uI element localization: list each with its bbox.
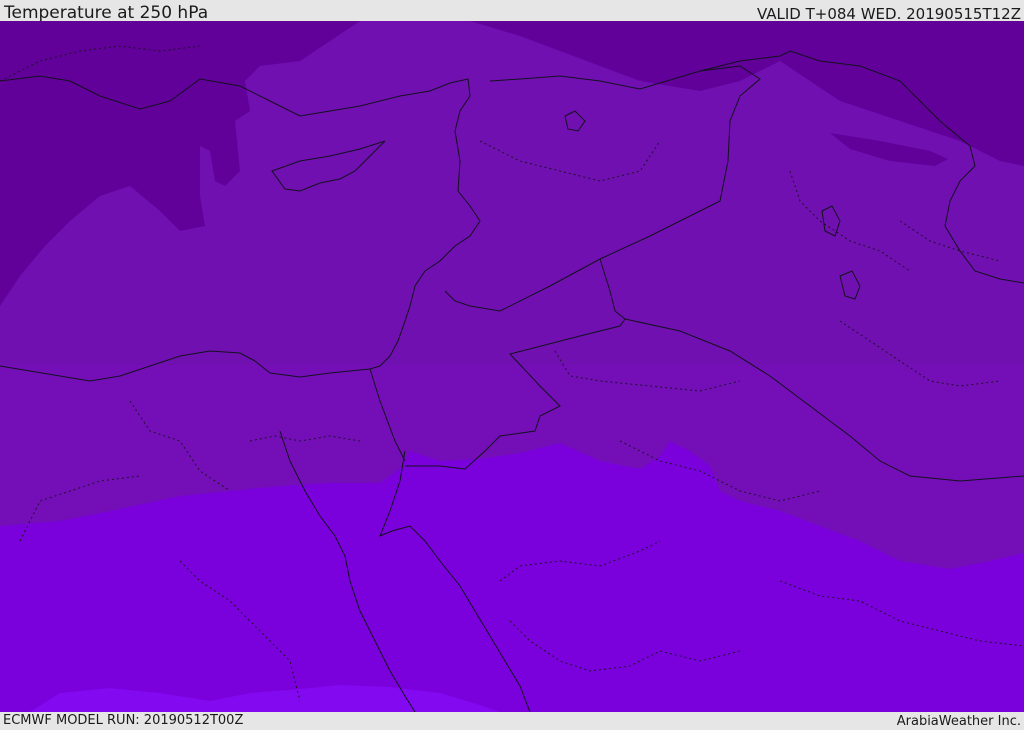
map-canvas — [0, 21, 1024, 712]
model-run-label: ECMWF MODEL RUN: 20190512T00Z — [3, 713, 244, 728]
temperature-map — [0, 21, 1024, 712]
brand-label: ArabiaWeather Inc. — [896, 714, 1021, 729]
forecast-map-frame: Temperature at 250 hPa VALID T+084 WED. … — [0, 0, 1024, 729]
footer-bar: ECMWF MODEL RUN: 20190512T00Z ArabiaWeat… — [0, 712, 1024, 729]
header-bar: Temperature at 250 hPa VALID T+084 WED. … — [0, 0, 1024, 23]
map-title: Temperature at 250 hPa — [4, 3, 209, 23]
